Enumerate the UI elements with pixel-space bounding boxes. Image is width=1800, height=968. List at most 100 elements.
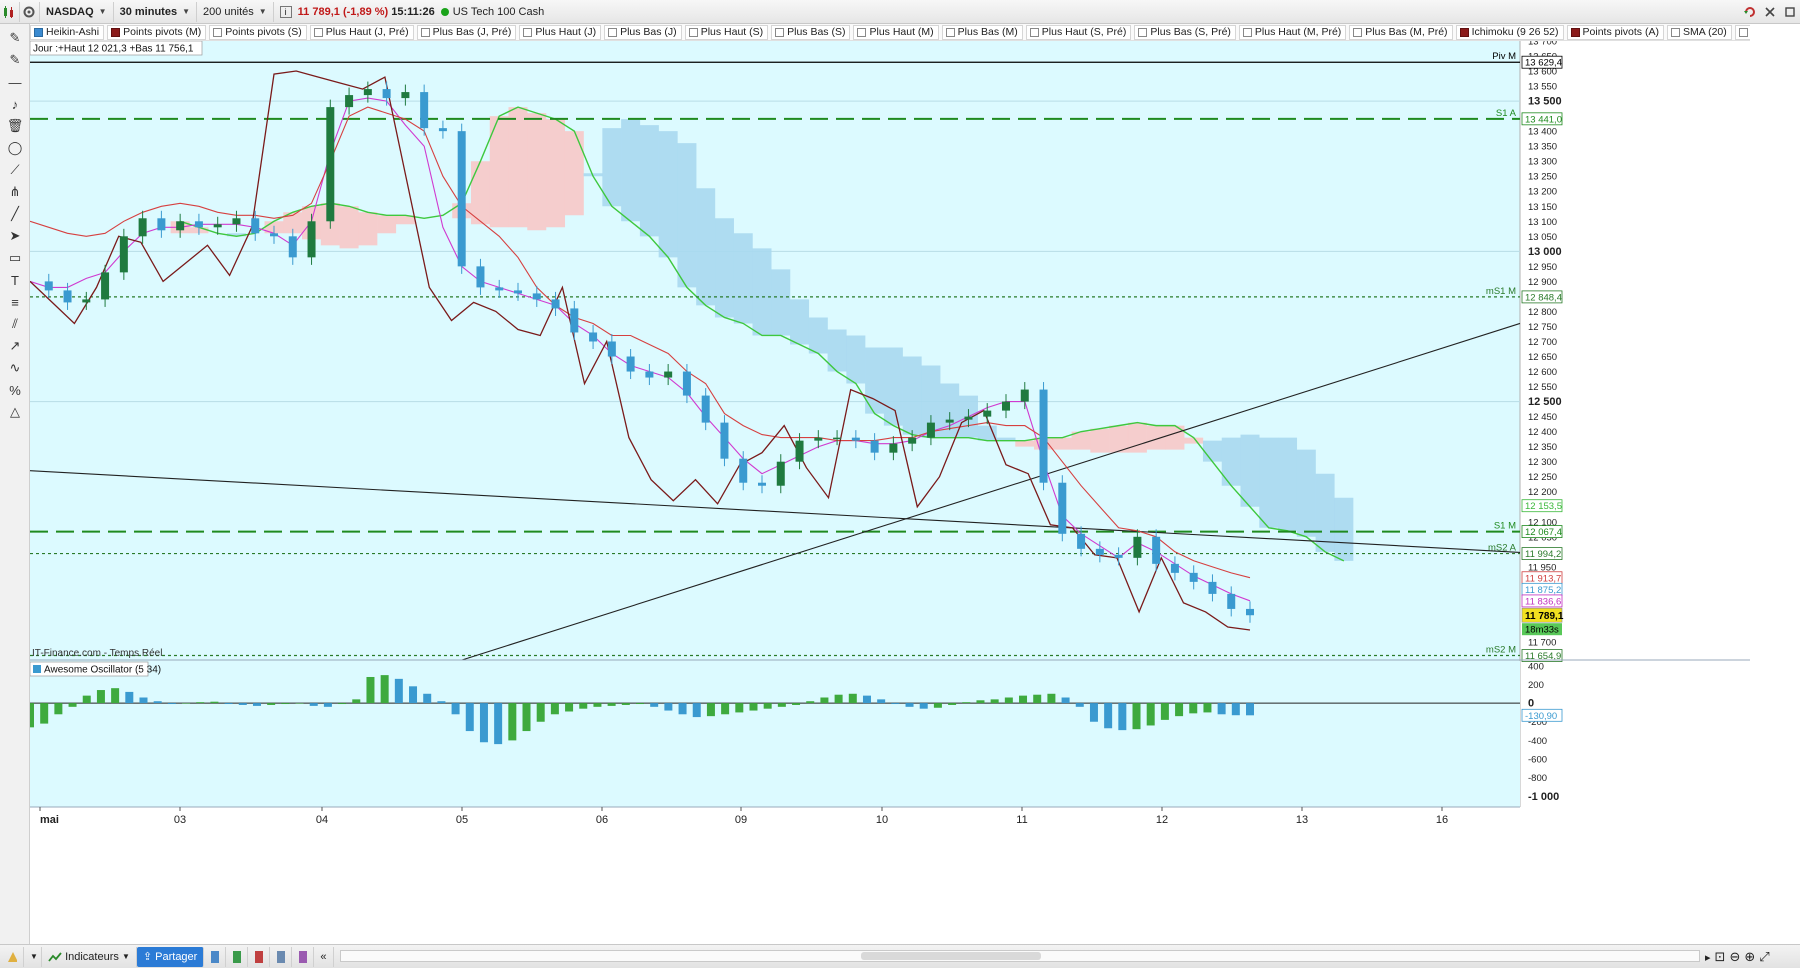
candle-body (157, 218, 166, 231)
osc-bar (621, 703, 630, 705)
save-button[interactable] (204, 946, 227, 967)
checkbox-icon[interactable] (313, 27, 323, 37)
checkbox-icon[interactable] (1459, 27, 1469, 37)
checkbox-icon[interactable] (945, 27, 955, 37)
measure-icon[interactable]: △ (4, 402, 26, 422)
zoom-out-icon[interactable]: ⊖ (1729, 949, 1740, 965)
checkbox-icon[interactable] (34, 27, 43, 37)
maximize-button[interactable] (1780, 2, 1800, 22)
shape-icon[interactable]: ◯ (4, 138, 26, 158)
top-toolbar: NASDAQ ▼ 30 minutes ▼ 200 unités ▼ i 11 789… (0, 0, 1800, 24)
settings-button[interactable] (20, 1, 40, 22)
fibonacci-icon[interactable]: ≡ (4, 292, 26, 312)
candle-body (1170, 563, 1179, 573)
scroll-start-button[interactable]: « (314, 946, 335, 967)
level-name: mS1 M (1486, 286, 1516, 297)
checkbox-icon[interactable] (111, 27, 121, 37)
menu-button[interactable]: ▼ (24, 946, 42, 967)
indicator-toggle[interactable]: SMA (20) (1666, 24, 1732, 40)
pencil-icon[interactable]: ✎ (4, 28, 26, 48)
indicator-toggle[interactable]: Plus Bas (M, Pré) (1349, 24, 1453, 40)
window-button[interactable] (270, 946, 293, 967)
scroll-right-button[interactable]: ▸ (1705, 951, 1711, 964)
osc-bar (153, 701, 162, 704)
palette-button[interactable] (0, 946, 24, 967)
indicator-toggle[interactable]: Heikin-Ashi (30, 24, 105, 40)
indicator-toggle[interactable]: Points pivots (S) (209, 24, 307, 40)
trend-icon[interactable]: ⟋ (4, 160, 26, 180)
checkbox-icon[interactable] (857, 27, 867, 37)
price-chart[interactable]: 13 70013 65013 60013 55013 50013 45013 4… (26, 37, 1750, 927)
checkbox-icon[interactable] (608, 27, 618, 37)
level-value-tag: 12 848,4 (1521, 290, 1563, 303)
text-icon[interactable]: T (4, 270, 26, 290)
chart-area[interactable]: 13 70013 65013 60013 55013 50013 45013 4… (26, 37, 1750, 927)
indicator-toggle[interactable]: Plus Bas (M) (941, 24, 1023, 40)
ruler-icon[interactable]: ▭ (4, 248, 26, 268)
cursor-icon[interactable]: ➤ (4, 226, 26, 246)
indicator-toggle[interactable]: Ichimoku (9 26 52) (1455, 24, 1564, 40)
units-selector[interactable]: 200 unités ▼ (197, 1, 274, 22)
last-price-tag: 11 789,1 18m33s (1521, 607, 1564, 636)
bell-icon[interactable]: ♪ (4, 94, 26, 114)
checkbox-icon[interactable] (523, 27, 533, 37)
checkbox-icon[interactable] (688, 27, 698, 37)
indicators-button[interactable]: Indicateurs ▼ (42, 946, 137, 967)
horizontal-scrollbar[interactable] (340, 950, 1700, 962)
compare-button[interactable] (292, 946, 315, 967)
list-button[interactable] (226, 946, 249, 967)
checkbox-icon[interactable] (1353, 27, 1363, 37)
segment-icon[interactable]: ╱ (4, 204, 26, 224)
indicator-toggle[interactable]: Plus Bas (S) (771, 24, 851, 40)
checkbox-icon[interactable] (1738, 27, 1748, 37)
indicator-toggle[interactable]: Plus Haut (J) (519, 24, 602, 40)
checkbox-icon[interactable] (775, 27, 785, 37)
indicator-toggle[interactable]: Plus Haut (S) (684, 24, 769, 40)
refresh-button[interactable] (1740, 2, 1760, 22)
candle-body (589, 332, 598, 342)
checkbox-icon[interactable] (213, 27, 223, 37)
indicator-toggle[interactable]: Plus Bas (J, Pré) (416, 24, 517, 40)
close-button[interactable] (1760, 2, 1780, 22)
info-icon[interactable]: i (279, 5, 292, 18)
path-icon[interactable]: ∿ (4, 358, 26, 378)
line-icon[interactable]: — (4, 72, 26, 92)
last-price: 11 789,1 (297, 5, 340, 18)
expand-icon[interactable]: ⤢ (1759, 949, 1769, 965)
indicator-toggle[interactable]: Plus Haut (S, Pré) (1025, 24, 1132, 40)
pitchfork-icon[interactable]: ⋔ (4, 182, 26, 202)
checkbox-icon[interactable] (1242, 27, 1252, 37)
checkbox-icon[interactable] (1570, 27, 1580, 37)
candle-body (1020, 389, 1029, 402)
candle-body (964, 416, 973, 420)
zoom-fit-icon[interactable]: ⊡ (1715, 949, 1726, 965)
checkbox-icon[interactable] (1029, 27, 1039, 37)
x-tick-label: 12 (1156, 814, 1168, 826)
indicator-toggle[interactable]: Points pivots (A) (1566, 24, 1664, 40)
indicator-toggle[interactable]: Points pivots (M) (107, 24, 207, 40)
grid-button[interactable] (248, 946, 271, 967)
scrollbar-thumb[interactable] (861, 952, 1041, 960)
pencil-icon[interactable]: ✎ (4, 50, 26, 70)
indicator-toggle[interactable]: Plus Haut (M, Pré) (1238, 24, 1347, 40)
indicator-toggle[interactable]: Plus Haut (M) (853, 24, 939, 40)
indicator-toggle[interactable]: Plus Haut (J, Pré) (309, 24, 414, 40)
indicator-toggle[interactable]: Plus Bas (J) (604, 24, 682, 40)
indicator-toggle[interactable]: SMA (100) (1734, 24, 1750, 40)
checkbox-icon[interactable] (1138, 27, 1148, 37)
instrument-selector[interactable]: NASDAQ ▼ (40, 1, 114, 22)
trash-icon[interactable]: 🗑 (4, 116, 26, 136)
percent-icon[interactable]: % (4, 380, 26, 400)
zoom-in-icon[interactable]: ⊕ (1744, 949, 1755, 965)
candle-body (270, 233, 278, 237)
arrow-icon[interactable]: ↗ (4, 336, 26, 356)
share-button[interactable]: ⇪ Partager (136, 946, 205, 967)
osc-value-tag: -130,90 (1521, 708, 1563, 722)
fan-icon[interactable]: ⫽ (4, 314, 26, 334)
indicator-toggle[interactable]: Plus Bas (S, Pré) (1134, 24, 1236, 40)
chart-type-button[interactable] (0, 1, 20, 22)
checkbox-icon[interactable] (1670, 27, 1680, 37)
timeframe-selector[interactable]: 30 minutes ▼ (114, 1, 197, 22)
y-tick-label: 13 700 (1528, 41, 1557, 48)
checkbox-icon[interactable] (420, 27, 430, 37)
